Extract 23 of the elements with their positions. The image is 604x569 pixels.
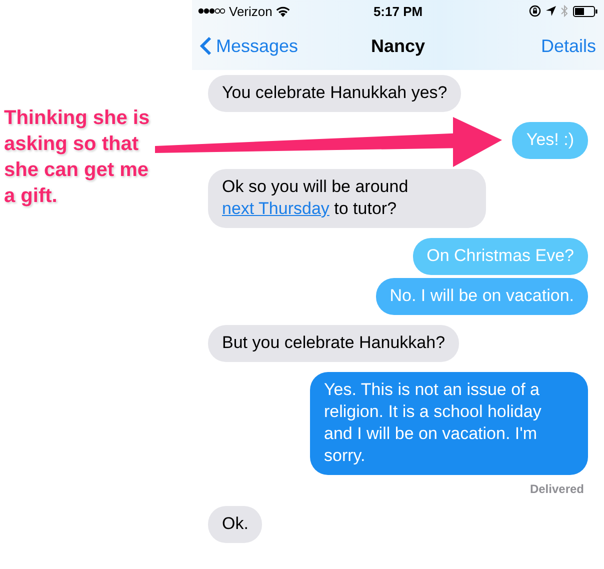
wifi-icon	[276, 6, 290, 16]
message-bubble: But you celebrate Hanukkah?	[208, 325, 460, 362]
date-link[interactable]: next Thursday	[222, 199, 330, 218]
message-bubble: On Christmas Eve?	[412, 238, 588, 275]
rotation-lock-icon	[529, 5, 542, 17]
battery-icon	[573, 6, 598, 16]
message-bubble: You celebrate Hanukkah yes?	[208, 75, 462, 112]
message-bubble: Ok so you will be around next Thursday to tutor?	[208, 169, 486, 228]
delivery-status: Delivered	[530, 482, 584, 496]
message-bubble: No. I will be on vacation.	[376, 278, 588, 315]
message-bubble: Yes! :)	[512, 122, 588, 159]
message-bubble: Yes. This is not an issue of a religion. It is a school holiday and I will be on vacation. I'm sorry.	[310, 372, 588, 475]
bluetooth-icon	[561, 5, 568, 17]
message-bubble: Ok.	[208, 506, 262, 543]
location-icon	[546, 6, 556, 16]
annotation-text: Thinking she is asking so that she can get me a gift.	[4, 106, 151, 209]
clock-time: 5:17 PM	[373, 4, 423, 18]
carrier-name: Verizon	[229, 4, 272, 18]
signal-icon	[198, 8, 225, 14]
contact-name: Nancy	[370, 36, 426, 56]
chevron-icon	[200, 36, 212, 56]
details-button[interactable]: Details	[540, 36, 596, 56]
back-button[interactable]: Messages	[200, 36, 298, 56]
